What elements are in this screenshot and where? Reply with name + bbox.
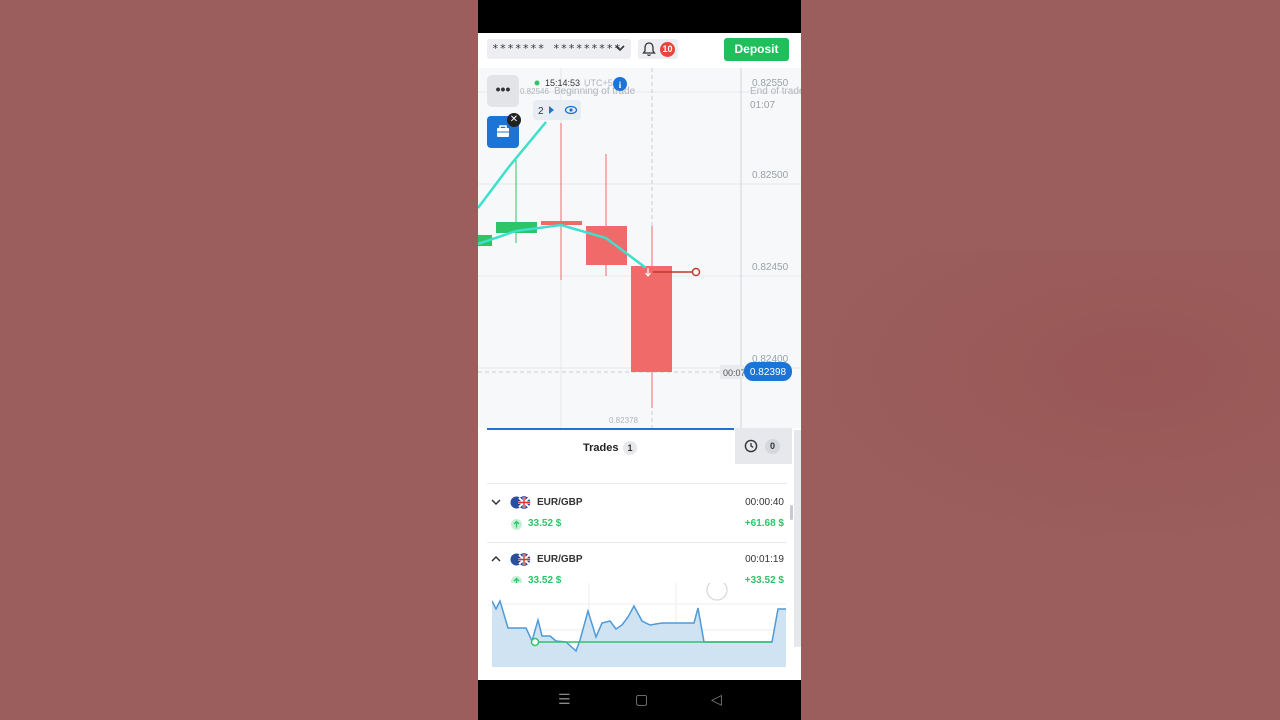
trade-amount: 33.52 $	[528, 518, 562, 529]
end-of-trade-label: End of trade	[750, 86, 801, 97]
notification-badge: 10	[660, 42, 675, 57]
tab-trades[interactable]: Trades 1	[487, 428, 734, 466]
server-time-value: 15:14:53	[545, 78, 580, 88]
current-price-tag: 0.82398	[744, 362, 792, 381]
currency-pair: EUR/GBP	[537, 554, 583, 565]
info-icon[interactable]: i	[613, 77, 627, 91]
countdown-value: 00:07	[723, 368, 746, 378]
app-screen: ******* ********* 10 Deposit 0.82550 0.8…	[478, 33, 801, 680]
arrow-up-icon	[511, 519, 522, 530]
price-label: 0.82450	[752, 262, 789, 273]
more-icon: •••	[495, 81, 511, 97]
flag-icon	[510, 496, 531, 509]
currency-pair: EUR/GBP	[537, 497, 583, 508]
close-icon[interactable]: ✕	[507, 113, 521, 127]
flag-icon	[510, 553, 531, 566]
bell-icon	[642, 42, 656, 57]
back-button[interactable]: ◁	[711, 690, 722, 710]
trade-profit: +61.68 $	[744, 518, 784, 529]
current-price-value: 0.82398	[750, 367, 787, 378]
phone-frame: ******* ********* 10 Deposit 0.82550 0.8…	[478, 0, 801, 720]
trades-scrollbar[interactable]	[790, 505, 793, 520]
deposit-button[interactable]: Deposit	[724, 38, 789, 61]
clock-icon	[744, 439, 758, 453]
trade-mini-chart	[492, 583, 786, 667]
home-button[interactable]: ▢	[635, 690, 648, 710]
countdown-tag: 00:07	[720, 365, 746, 379]
background-glow	[800, 250, 1280, 550]
account-selector[interactable]: ******* *********	[487, 39, 631, 59]
trade-count: 2	[538, 106, 544, 117]
recent-apps-button[interactable]: ☰	[558, 690, 571, 710]
trades-panel: Trades 1 0 EUR/GBP 00:00:40 33.52 $ +61.…	[487, 428, 793, 680]
trade-timer: 00:00:40	[745, 497, 784, 508]
trade-item[interactable]: EUR/GBP 00:00:40 33.52 $ +61.68 $	[487, 492, 787, 542]
divider	[487, 542, 787, 543]
chevron-down-icon[interactable]	[490, 496, 502, 508]
end-time-label: 01:07	[750, 100, 775, 111]
tab-trades-count: 1	[623, 441, 637, 455]
chevron-down-icon	[615, 45, 625, 52]
account-number: ******* *********	[492, 42, 622, 55]
start-price-label: 0.82546	[520, 87, 549, 96]
candle	[631, 266, 672, 372]
tab-trades-label: Trades	[583, 442, 619, 454]
low-price-label: 0.82378	[609, 416, 638, 425]
chart-canvas: 0.82550 0.82500 0.82450 0.82400 0.82546 …	[478, 68, 801, 428]
panel-edge	[794, 430, 801, 647]
candle	[586, 226, 627, 265]
price-chart[interactable]: 0.82550 0.82500 0.82450 0.82400 0.82546 …	[478, 68, 801, 428]
trade-count-chip[interactable]: 2	[533, 100, 581, 120]
notifications-button[interactable]: 10	[638, 39, 678, 59]
server-time: 15:14:53 UTC+5	[534, 78, 613, 88]
android-navbar: ☰ ▢ ◁	[478, 680, 801, 720]
tab-history[interactable]: 0	[735, 428, 792, 464]
divider	[487, 483, 787, 484]
history-count: 0	[765, 439, 780, 454]
mini-chart-start-point	[530, 637, 540, 647]
trade-timer: 00:01:19	[745, 554, 784, 565]
price-label: 0.82500	[752, 170, 789, 181]
chevron-up-icon[interactable]	[490, 553, 502, 565]
timezone-label: UTC+5	[584, 78, 613, 88]
more-button[interactable]: •••	[487, 75, 519, 107]
